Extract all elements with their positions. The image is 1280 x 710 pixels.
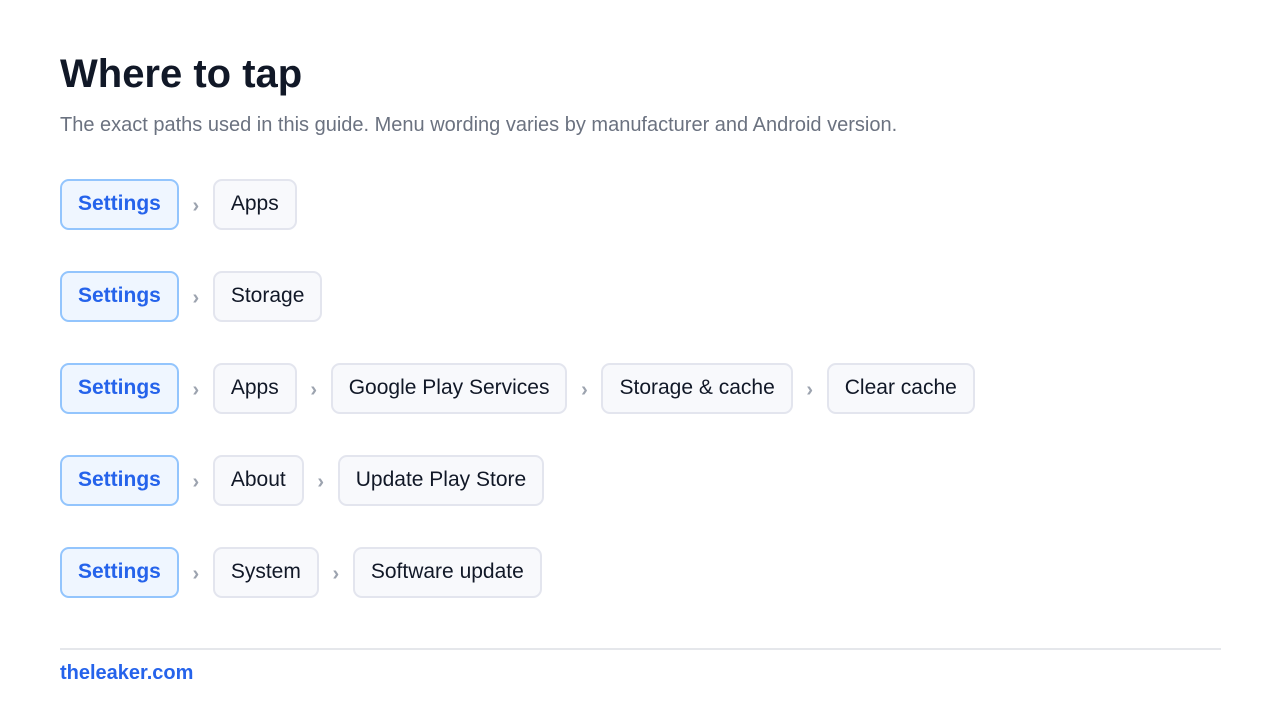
path-step: Apps [212,178,297,230]
path-step-root: Settings [60,178,179,230]
path-step-root: Settings [60,546,179,598]
menu-path: Settings › Apps › Google Play Services › Stora… [60,362,975,414]
menu-path: Settings › System › Software update [60,546,975,598]
path-step: System [212,546,319,598]
chevron-right-icon: › [192,562,200,585]
path-step: Storage [212,270,323,322]
footer-divider [60,648,1221,650]
chevron-right-icon: › [806,378,814,401]
menu-path: Settings › About › Update Play Store [60,454,975,506]
path-step: About [212,454,304,506]
path-step: Google Play Services [330,362,568,414]
chevron-right-icon: › [310,378,318,401]
path-step-root: Settings [60,362,179,414]
chevron-right-icon: › [192,378,200,401]
path-step-root: Settings [60,270,179,322]
path-step: Update Play Store [337,454,545,506]
chevron-right-icon: › [317,470,325,493]
path-step: Storage & cache [601,362,793,414]
path-step: Software update [352,546,542,598]
menu-path: Settings › Storage [60,270,975,322]
path-list: Settings › Apps Settings › Storage Settings › Ap… [60,178,975,638]
menu-path: Settings › Apps [60,178,975,230]
footer-site-link[interactable]: theleaker.com [60,662,193,685]
page-title: Where to tap [60,52,303,96]
path-step: Apps [212,362,297,414]
chevron-right-icon: › [192,470,200,493]
path-step: Clear cache [826,362,975,414]
chevron-right-icon: › [581,378,588,401]
path-step-root: Settings [60,454,179,506]
chevron-right-icon: › [192,194,200,217]
page-subtitle: The exact paths used in this guide. Menu… [60,114,898,136]
chevron-right-icon: › [192,286,200,309]
chevron-right-icon: › [332,562,340,585]
